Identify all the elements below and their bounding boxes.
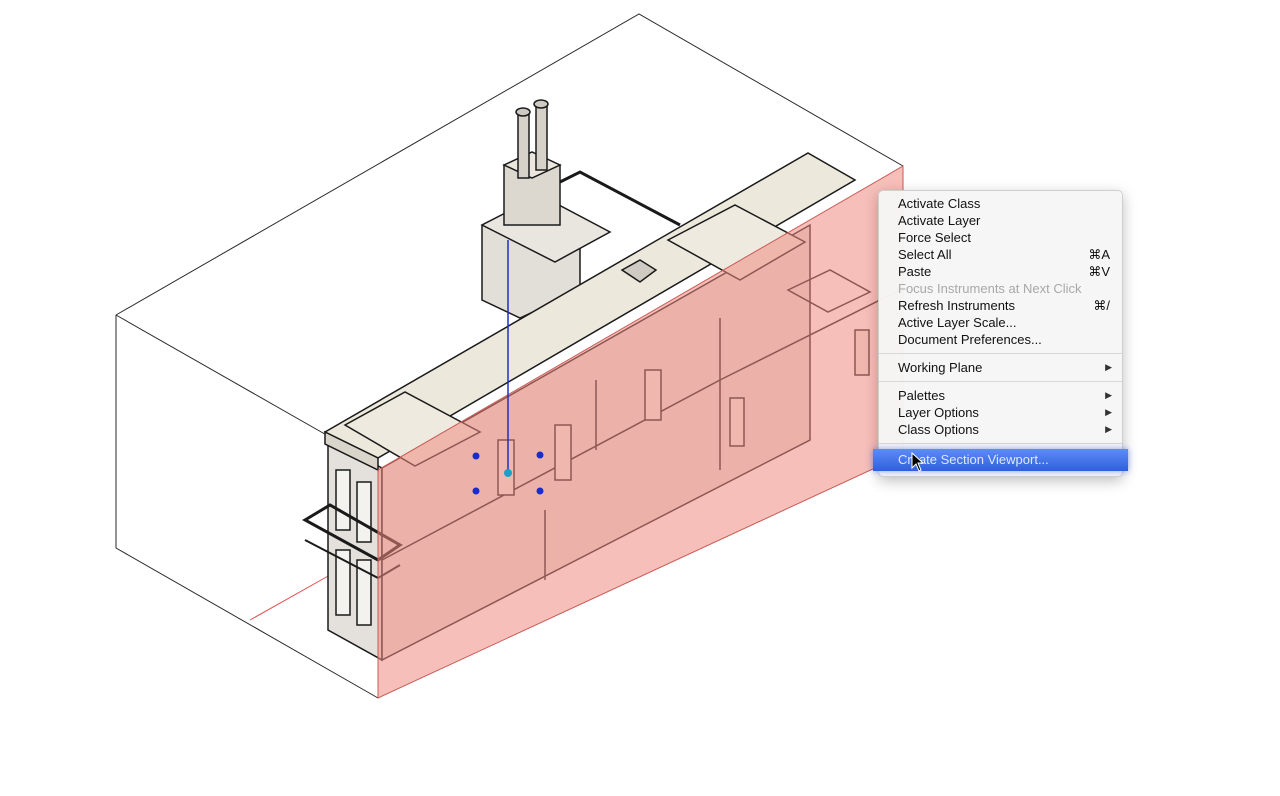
flue-1 xyxy=(517,111,530,179)
menu-separator xyxy=(879,381,1122,382)
menu-group-plane: Working Plane ▶ xyxy=(879,359,1122,376)
flue-cap-1 xyxy=(515,107,531,117)
red-axis-line xyxy=(249,574,331,621)
menu-item-label: Working Plane xyxy=(898,360,983,375)
menu-item-activate-layer[interactable]: Activate Layer xyxy=(879,212,1122,229)
selection-handle[interactable] xyxy=(536,451,544,459)
menu-item-label: Select All xyxy=(898,247,952,262)
triangle-right-icon: ▶ xyxy=(1105,390,1112,400)
mouse-pointer-icon xyxy=(911,452,925,472)
menu-item-label: Refresh Instruments xyxy=(898,298,1016,313)
menu-item-layer-options[interactable]: Layer Options ▶ xyxy=(879,404,1122,421)
context-menu[interactable]: Activate Class Activate Layer Force Select… xyxy=(873,190,1128,477)
menu-item-paste[interactable]: Paste ⌘V xyxy=(879,263,1122,280)
flue-2 xyxy=(535,103,548,171)
menu-item-label: Activate Layer xyxy=(898,213,981,228)
menu-item-palettes[interactable]: Palettes ▶ xyxy=(879,387,1122,404)
menu-item-active-layer-scale[interactable]: Active Layer Scale... xyxy=(879,314,1122,331)
menu-item-label: Document Preferences... xyxy=(898,332,1042,347)
triangle-right-icon: ▶ xyxy=(1105,424,1112,434)
menu-item-label: Palettes xyxy=(898,388,945,403)
menu-item-activate-class[interactable]: Activate Class xyxy=(879,195,1122,212)
section-plane[interactable] xyxy=(377,165,904,699)
menu-item-force-select[interactable]: Force Select xyxy=(879,229,1122,246)
menu-item-class-options[interactable]: Class Options ▶ xyxy=(879,421,1122,438)
selection-handle[interactable] xyxy=(472,452,480,460)
menu-item-label: Class Options xyxy=(898,422,979,437)
menu-separator xyxy=(879,353,1122,354)
menu-separator xyxy=(879,443,1122,444)
window-1 xyxy=(335,469,351,531)
selection-handle[interactable] xyxy=(536,487,544,495)
flue-cap-2 xyxy=(533,99,549,109)
triangle-right-icon: ▶ xyxy=(1105,407,1112,417)
menu-item-select-all[interactable]: Select All ⌘A xyxy=(879,246,1122,263)
selection-handle[interactable] xyxy=(472,487,480,495)
menu-item-focus-instruments-at-next-click: Focus Instruments at Next Click xyxy=(879,280,1122,297)
menu-item-refresh-instruments[interactable]: Refresh Instruments ⌘/ xyxy=(879,297,1122,314)
menu-item-shortcut: ⌘V xyxy=(1088,264,1110,279)
menu-group-general: Activate Class Activate Layer Force Select… xyxy=(879,195,1122,348)
selection-center-handle[interactable] xyxy=(504,469,512,477)
menu-item-label: Active Layer Scale... xyxy=(898,315,1017,330)
menu-item-shortcut: ⌘/ xyxy=(1093,298,1110,313)
menu-item-label: Layer Options xyxy=(898,405,979,420)
menu-item-working-plane[interactable]: Working Plane ▶ xyxy=(879,359,1122,376)
window-2 xyxy=(356,481,372,543)
menu-item-label: Force Select xyxy=(898,230,971,245)
menu-item-document-preferences[interactable]: Document Preferences... xyxy=(879,331,1122,348)
triangle-right-icon: ▶ xyxy=(1105,362,1112,372)
menu-item-label: Activate Class xyxy=(898,196,981,211)
menu-item-label: Paste xyxy=(898,264,932,279)
menu-item-label: Focus Instruments at Next Click xyxy=(898,281,1082,296)
menu-group-options: Palettes ▶ Layer Options ▶ Class Options ▶ xyxy=(879,387,1122,438)
menu-item-shortcut: ⌘A xyxy=(1088,247,1110,262)
